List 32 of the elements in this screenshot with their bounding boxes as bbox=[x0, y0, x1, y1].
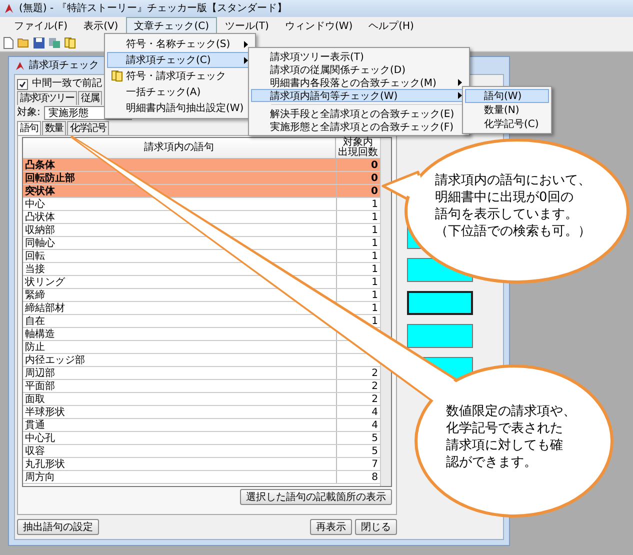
table-cell-text: 状リング bbox=[24, 276, 66, 288]
table-cell-text: 周方向 bbox=[24, 471, 56, 483]
table-cell-text: 周辺部 bbox=[24, 367, 56, 379]
table-cell-text: 凸状体 bbox=[24, 211, 56, 223]
table-cell-text: 中心 bbox=[24, 198, 46, 210]
table-cell-text: 面取 bbox=[24, 393, 46, 405]
target-label: 対象: bbox=[17, 106, 40, 118]
table-cell-text: 半球形状 bbox=[24, 406, 66, 418]
table-cell-text: 緊締 bbox=[24, 289, 46, 301]
table-cell-text: 自在 bbox=[24, 315, 46, 327]
callout-text: 請求項内の語句において、 明細書中に出現が0回の 語句を表示しています。 （下位語での検索も可。） bbox=[435, 172, 591, 240]
table-cell-text: 丸孔形状 bbox=[24, 458, 66, 470]
table-cell-text: 中心孔 bbox=[24, 432, 56, 444]
table-cell-text: 回転 bbox=[24, 250, 46, 262]
table-cell-text: 突状体 bbox=[24, 185, 56, 197]
window-title: (無題) - 『特許ストーリー』チェッカー版【スタンダード】 bbox=[19, 2, 287, 14]
table-cell-text: 収納部 bbox=[24, 224, 56, 236]
table-cell-text: 回転防止部 bbox=[24, 172, 76, 184]
child-window-title: 請求項チェック bbox=[29, 60, 99, 72]
table-cell-text: 防止 bbox=[24, 341, 46, 353]
table-cell-text: 貫通 bbox=[24, 419, 46, 431]
table-cell-text: 内径エッジ部 bbox=[24, 354, 86, 366]
column-header: 請求項内の語句 bbox=[143, 140, 215, 155]
callout-text: 数値限定の請求項や、 化学記号で表された 請求項に対しても確 認ができます。 bbox=[446, 403, 576, 471]
table-cell-text: 軸構造 bbox=[24, 328, 56, 340]
table-cell-text: 締結部材 bbox=[24, 302, 66, 314]
table-cell-text: 凸条体 bbox=[24, 159, 56, 171]
table-cell-text: 当接 bbox=[24, 263, 46, 275]
table-cell-text: 同軸心 bbox=[24, 237, 56, 249]
table-cell-text: 収容 bbox=[24, 445, 46, 457]
checkbox-label: 中間一致で前記 bbox=[32, 78, 102, 90]
table-cell-text: 平面部 bbox=[24, 380, 56, 392]
